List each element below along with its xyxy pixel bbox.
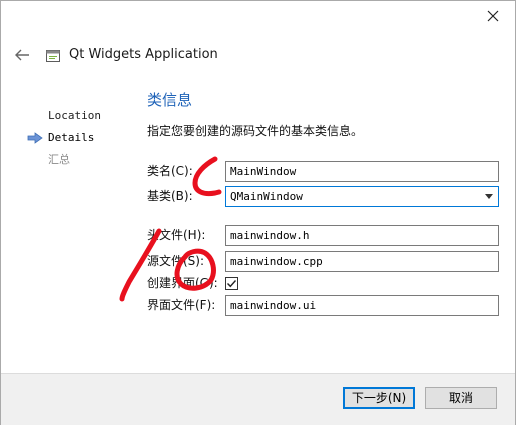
step-label: Details	[48, 131, 95, 144]
form-file-input[interactable]: mainwindow.ui	[225, 295, 499, 316]
class-name-input[interactable]: MainWindow	[225, 161, 499, 182]
step-label: 汇总	[48, 153, 70, 166]
window-title: Qt Widgets Application	[69, 47, 218, 62]
generate-form-checkbox[interactable]	[225, 277, 238, 290]
next-button[interactable]: 下一步(N)	[343, 387, 415, 409]
checkmark-icon	[227, 280, 237, 288]
step-label: Location	[48, 109, 101, 122]
cancel-button[interactable]: 取消	[425, 387, 497, 409]
header-file-input[interactable]: mainwindow.h	[225, 225, 499, 246]
header-file-label: 头文件(H):	[147, 228, 206, 242]
source-file-label: 源文件(S):	[147, 254, 205, 268]
red-c-stroke	[192, 156, 222, 197]
base-class-select[interactable]: QMainWindow	[225, 186, 499, 207]
wizard-steps: Location Details 汇总	[27, 105, 127, 171]
wizard-header: Qt Widgets Application	[1, 37, 516, 73]
back-arrow-icon	[15, 49, 29, 61]
step-summary: 汇总	[27, 149, 127, 171]
qt-app-icon	[46, 50, 60, 62]
generate-form-label: 创建界面(G):	[147, 276, 218, 290]
close-button[interactable]	[481, 5, 505, 27]
class-name-label: 类名(C):	[147, 164, 193, 178]
back-button[interactable]	[11, 45, 33, 65]
step-location: Location	[27, 105, 127, 127]
source-file-input[interactable]: mainwindow.cpp	[225, 251, 499, 272]
step-details: Details	[27, 127, 127, 149]
base-class-label: 基类(B):	[147, 189, 193, 203]
page-title: 类信息	[147, 91, 193, 109]
close-icon	[487, 10, 499, 22]
form-file-label: 界面文件(F):	[147, 298, 216, 312]
page-description: 指定您要创建的源码文件的基本类信息。	[147, 124, 364, 138]
chevron-down-icon	[485, 194, 493, 199]
new-project-wizard-window: Qt Widgets Application Location Details …	[0, 0, 516, 425]
base-class-value: QMainWindow	[230, 190, 303, 203]
wizard-footer: 下一步(N) 取消	[1, 373, 515, 425]
current-step-arrow-icon	[27, 132, 43, 144]
